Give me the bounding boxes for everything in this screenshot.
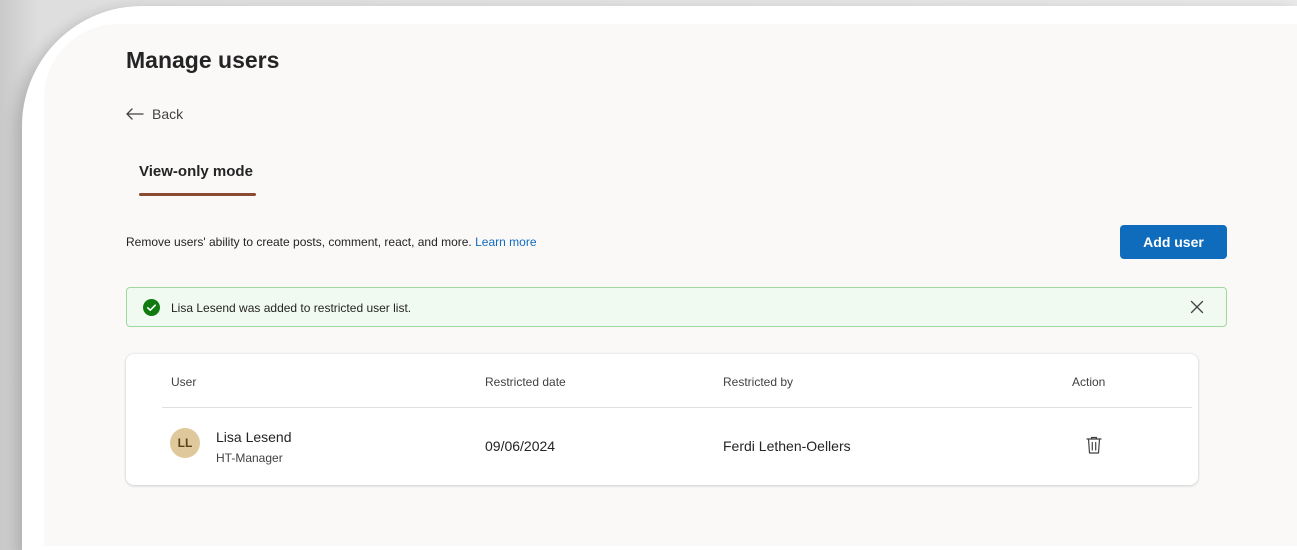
column-header-restricted-date: Restricted date	[485, 375, 566, 389]
user-name: Lisa Lesend	[216, 429, 292, 445]
back-label: Back	[152, 106, 184, 122]
learn-more-link[interactable]: Learn more	[475, 235, 536, 249]
tab-view-only-mode[interactable]: View-only mode	[139, 163, 253, 180]
close-icon[interactable]	[1190, 300, 1204, 314]
column-header-restricted-by: Restricted by	[723, 375, 794, 389]
restricted-date: 09/06/2024	[485, 438, 556, 454]
success-banner: Lisa Lesend was added to restricted user…	[126, 287, 1227, 327]
avatar: LL	[170, 428, 200, 458]
banner-message: Lisa Lesend was added to restricted user…	[171, 301, 412, 315]
header-divider	[162, 407, 1192, 408]
column-header-action: Action	[1072, 375, 1106, 389]
back-link[interactable]: Back	[126, 106, 183, 122]
check-circle-icon	[143, 299, 160, 316]
user-role: HT-Manager	[216, 451, 283, 465]
page-title: Manage users	[126, 47, 280, 73]
description-text: Remove users' ability to create posts, c…	[126, 235, 472, 249]
description: Remove users' ability to create posts, c…	[126, 235, 537, 249]
add-user-button[interactable]: Add user	[1120, 225, 1227, 259]
restricted-by: Ferdi Lethen-Oellers	[723, 438, 851, 454]
restricted-users-table: User Restricted date Restricted by Actio…	[126, 354, 1198, 485]
trash-icon[interactable]	[1085, 435, 1103, 455]
tab-active-indicator	[139, 193, 256, 196]
arrow-left-icon	[126, 108, 144, 120]
column-header-user: User	[171, 375, 197, 389]
